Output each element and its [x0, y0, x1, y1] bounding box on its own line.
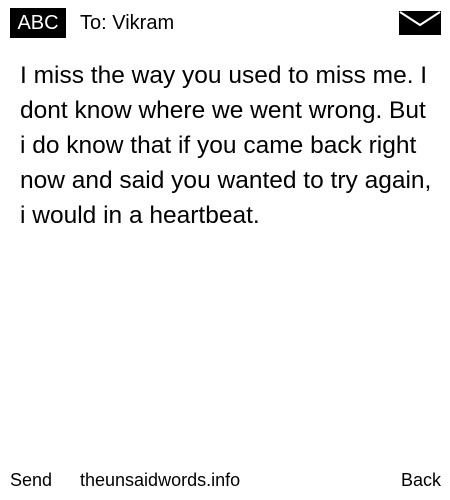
softkey-bar: Send theunsaidwords.info Back: [0, 460, 450, 500]
input-mode-badge[interactable]: ABC: [10, 8, 66, 38]
message-header: ABC To: Vikram: [0, 0, 450, 44]
site-link[interactable]: theunsaidwords.info: [80, 468, 240, 492]
recipient-label: To: Vikram: [80, 12, 175, 34]
back-button[interactable]: Back: [401, 468, 441, 492]
send-button[interactable]: Send: [10, 468, 52, 492]
message-body: I miss the way you used to miss me. I do…: [20, 62, 432, 229]
envelope-icon: [399, 11, 441, 35]
